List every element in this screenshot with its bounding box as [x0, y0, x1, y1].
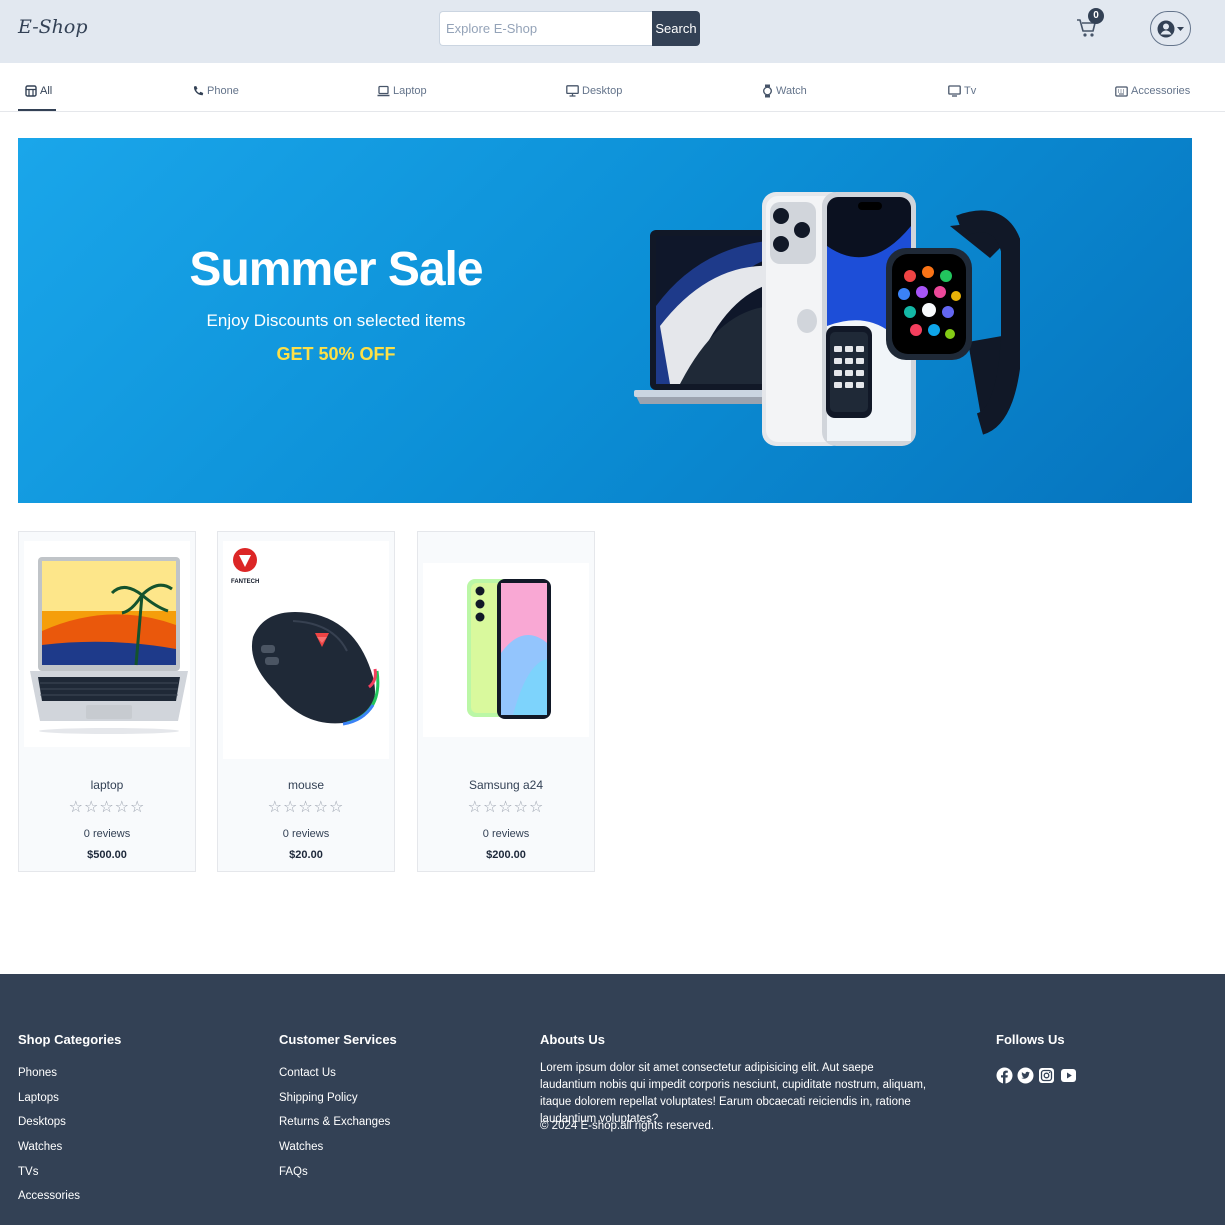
keyboard-icon — [1115, 85, 1128, 97]
product-name: Samsung a24 — [468, 778, 544, 792]
rating-stars: ☆☆☆☆☆ — [267, 797, 345, 816]
category-label: Watch — [776, 85, 807, 97]
instagram-icon[interactable] — [1038, 1067, 1055, 1084]
search-bar: Search — [439, 11, 700, 46]
phone-product-image — [467, 579, 551, 719]
twitter-icon[interactable] — [1017, 1067, 1034, 1084]
category-tab-tv[interactable]: Tv — [948, 82, 976, 100]
category-label: Accessories — [1131, 85, 1191, 97]
user-menu-button[interactable] — [1150, 11, 1191, 46]
banner-title: Summer Sale — [189, 243, 483, 296]
search-input[interactable] — [439, 11, 653, 46]
footer-link-watches[interactable]: Watches — [18, 1141, 62, 1153]
laptop-product-image — [30, 557, 188, 734]
product-name: laptop — [90, 778, 124, 792]
rating-stars: ☆☆☆☆☆ — [68, 797, 146, 816]
category-tab-watch[interactable]: Watch — [762, 82, 807, 100]
footer-link-tvs[interactable]: TVs — [18, 1166, 38, 1178]
category-tab-phone[interactable]: Phone — [192, 82, 239, 100]
footer-heading-shop-categories: Shop Categories — [18, 1032, 122, 1047]
banner-products-image — [634, 192, 1020, 446]
footer-link-desktops[interactable]: Desktops — [18, 1116, 66, 1128]
rating-stars: ☆☆☆☆☆ — [467, 797, 545, 816]
category-label: Laptop — [393, 85, 427, 97]
category-tab-all[interactable]: All — [25, 82, 52, 100]
footer-about-text: Lorem ipsum dolor sit amet consectetur a… — [540, 1062, 927, 1125]
phone-icon — [193, 86, 204, 96]
footer-link-faqs[interactable]: FAQs — [279, 1166, 308, 1178]
footer-link-shipping-policy[interactable]: Shipping Policy — [279, 1092, 358, 1104]
category-label: All — [40, 85, 53, 97]
footer-heading-follow: Follows Us — [996, 1032, 1065, 1047]
footer-heading-customer-services: Customer Services — [279, 1032, 397, 1047]
brand-logo-text: FANTECH — [231, 579, 259, 585]
review-count: 0 reviews — [282, 828, 330, 840]
review-count: 0 reviews — [482, 828, 530, 840]
site-logo[interactable]: E-Shop — [18, 16, 88, 38]
category-tab-desktop[interactable]: Desktop — [566, 82, 622, 100]
category-label: Tv — [964, 85, 977, 97]
chevron-down-icon — [1177, 27, 1184, 31]
product-price: $500.00 — [87, 849, 127, 861]
footer-link-contact-us[interactable]: Contact Us — [279, 1067, 336, 1079]
laptop-icon — [377, 85, 390, 97]
product-image — [423, 563, 589, 737]
footer-heading-about: Abouts Us — [540, 1032, 605, 1047]
footer-link-laptops[interactable]: Laptops — [18, 1092, 59, 1104]
active-tab-indicator — [18, 109, 56, 111]
product-image: FANTECH — [223, 541, 389, 759]
banner-offer: GET 50% OFF — [276, 344, 396, 364]
product-image — [24, 541, 190, 747]
youtube-icon[interactable] — [1060, 1067, 1077, 1084]
footer-link-phones[interactable]: Phones — [18, 1067, 57, 1079]
banner-subtitle: Enjoy Discounts on selected items — [206, 311, 466, 330]
footer-link-watches-service[interactable]: Watches — [279, 1141, 323, 1153]
product-card[interactable]: laptop ☆☆☆☆☆ 0 reviews $500.00 — [18, 531, 196, 872]
watch-icon — [763, 84, 772, 98]
product-card[interactable]: FANTECH mouse ☆☆☆☆☆ 0 reviews $20.00 — [217, 531, 395, 872]
search-button[interactable]: Search — [652, 11, 700, 46]
category-nav: All Phone Laptop Desktop Watch Tv Access… — [0, 63, 1225, 112]
promo-banner[interactable]: Summer Sale Enjoy Discounts on selected … — [18, 138, 1192, 503]
cart-count-badge: 0 — [1088, 8, 1104, 24]
footer-copyright: © 2024 E-shop.all rights reserved. — [540, 1120, 715, 1132]
top-header: E-Shop Search 0 — [0, 0, 1225, 63]
mouse-product-image: FANTECH — [231, 548, 380, 726]
site-footer: Shop Categories Phones Laptops Desktops … — [0, 974, 1225, 1225]
facebook-icon[interactable] — [996, 1067, 1013, 1084]
product-price: $200.00 — [486, 849, 526, 861]
category-tab-laptop[interactable]: Laptop — [377, 82, 427, 100]
footer-link-accessories[interactable]: Accessories — [18, 1190, 80, 1202]
category-label: Phone — [207, 85, 239, 97]
product-name: mouse — [287, 778, 325, 792]
review-count: 0 reviews — [83, 828, 131, 840]
category-tab-accessories[interactable]: Accessories — [1115, 82, 1190, 100]
cart-button[interactable]: 0 — [1076, 8, 1106, 44]
store-icon — [25, 85, 37, 97]
desktop-icon — [566, 85, 579, 97]
footer-link-returns-exchanges[interactable]: Returns & Exchanges — [279, 1116, 390, 1128]
product-card[interactable]: Samsung a24 ☆☆☆☆☆ 0 reviews $200.00 — [417, 531, 595, 872]
user-avatar-icon — [1157, 20, 1184, 38]
product-price: $20.00 — [289, 849, 323, 861]
tv-icon — [948, 85, 961, 97]
category-label: Desktop — [582, 85, 623, 97]
